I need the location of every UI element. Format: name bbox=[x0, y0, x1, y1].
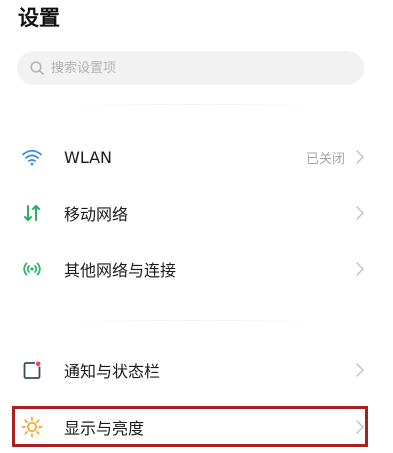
settings-item-label: 显示与亮度 bbox=[64, 419, 145, 438]
settings-item-notifications[interactable]: 通知与状态栏 bbox=[0, 348, 393, 392]
connection-icon bbox=[20, 257, 44, 281]
wlan-status: 已关闭 bbox=[305, 151, 345, 167]
settings-item-other-networks[interactable]: 其他网络与连接 bbox=[0, 247, 393, 291]
chevron-right-icon bbox=[356, 262, 364, 276]
chevron-right-icon bbox=[356, 363, 364, 377]
divider bbox=[60, 320, 330, 321]
settings-item-label: 移动网络 bbox=[64, 205, 129, 224]
chevron-right-icon bbox=[356, 150, 364, 164]
wifi-icon bbox=[20, 145, 44, 169]
search-input[interactable] bbox=[51, 56, 331, 80]
chevron-right-icon bbox=[356, 206, 364, 220]
page-title: 设置 bbox=[18, 6, 60, 30]
divider bbox=[60, 104, 330, 105]
notification-icon bbox=[20, 358, 44, 382]
search-icon bbox=[30, 61, 44, 75]
mobile-data-icon bbox=[20, 201, 44, 225]
settings-item-mobile-network[interactable]: 移动网络 bbox=[0, 191, 393, 235]
settings-item-label: 其他网络与连接 bbox=[64, 261, 177, 280]
search-bar[interactable] bbox=[17, 51, 364, 85]
settings-item-label: WLAN bbox=[64, 147, 113, 167]
settings-item-label: 通知与状态栏 bbox=[64, 362, 161, 381]
settings-item-display[interactable]: 显示与亮度 bbox=[0, 405, 393, 449]
chevron-right-icon bbox=[356, 420, 364, 434]
sun-icon bbox=[20, 415, 44, 439]
settings-item-wlan[interactable]: WLAN 已关闭 bbox=[0, 135, 393, 179]
